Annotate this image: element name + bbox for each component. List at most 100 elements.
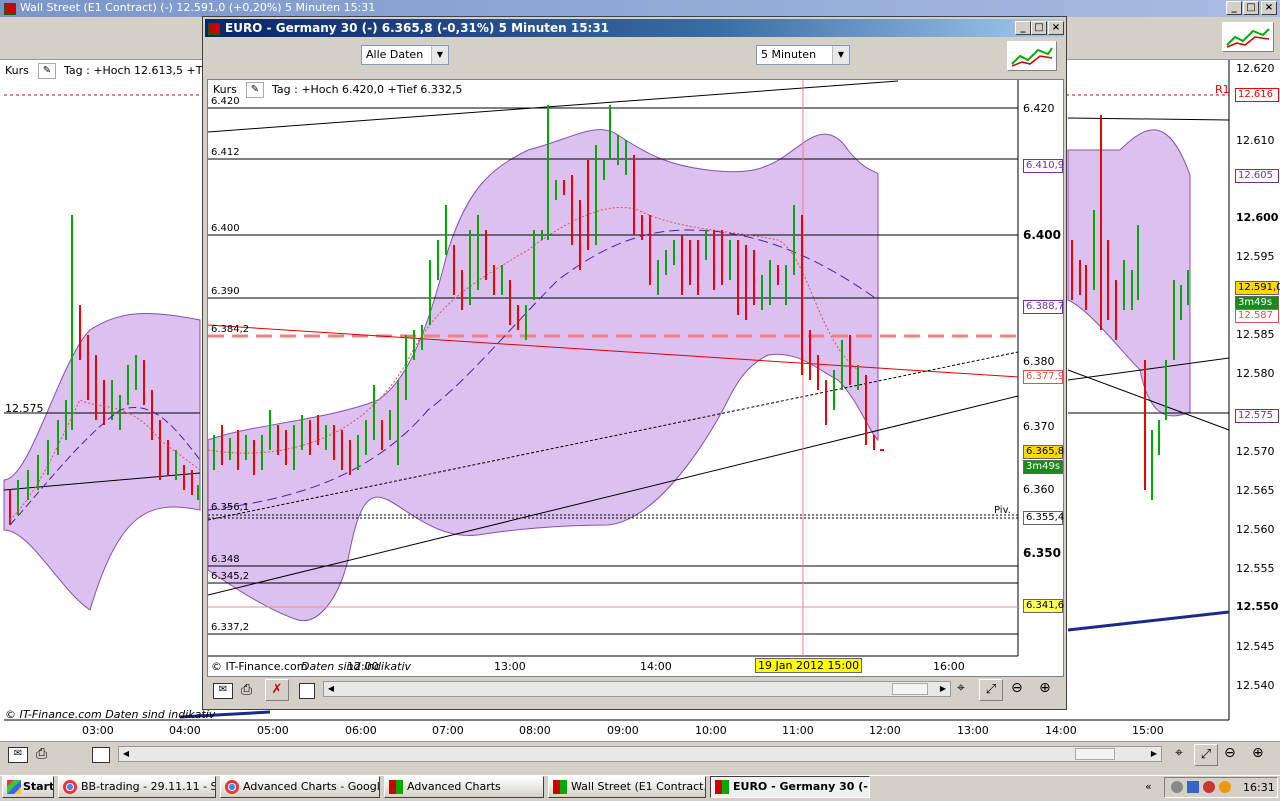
tray-icon[interactable] xyxy=(1187,781,1199,793)
zoom-out-icon[interactable]: ⊖ xyxy=(1224,745,1236,761)
back-y-label: 12.540 xyxy=(1236,679,1275,692)
back-scrollbar[interactable]: ◀ ▶ xyxy=(118,746,1162,762)
chart-style-button[interactable] xyxy=(1222,22,1274,52)
back-x-label: 11:00 xyxy=(782,724,814,737)
back-y-label: 12.600 xyxy=(1236,211,1279,224)
crosshair-icon[interactable]: ⌖ xyxy=(1170,745,1188,763)
front-tag-text: Tag : +Hoch 6.420,0 +Tief 6.332,5 xyxy=(272,83,463,96)
minimize-button[interactable]: _ xyxy=(1226,1,1242,15)
crosshair-icon[interactable]: ⌖ xyxy=(957,680,965,696)
tray-expand-icon[interactable]: « xyxy=(1145,780,1152,793)
level-tag: 6.377,9 xyxy=(1023,370,1064,384)
level-tag: 6.410,9 xyxy=(1023,159,1064,173)
taskbar-item-active[interactable]: EURO - Germany 30 (-... xyxy=(710,776,870,798)
taskbar-item[interactable]: Wall Street (E1 Contract... xyxy=(548,776,706,798)
zoom-in-icon[interactable]: ⊕ xyxy=(1039,680,1051,696)
zoom-fit-button[interactable]: ⤢ xyxy=(1194,744,1218,766)
back-x-label: 05:00 xyxy=(257,724,289,737)
email-icon[interactable]: ✉ xyxy=(213,683,233,699)
back-y-label: 12.585 xyxy=(1236,328,1275,341)
back-y-label: 12.555 xyxy=(1236,562,1275,575)
scroll-left-arrow[interactable]: ◀ xyxy=(324,682,338,696)
clock[interactable]: 16:31 xyxy=(1243,781,1275,794)
back-y-label: 12.595 xyxy=(1236,250,1275,263)
taskbar-item-label: Advanced Charts xyxy=(407,780,501,793)
email-icon[interactable]: ✉ xyxy=(8,747,28,763)
zoom-out-icon[interactable]: ⊖ xyxy=(1011,680,1023,696)
left-level-label: 12.575 xyxy=(5,402,44,415)
taskbar-item-label: Advanced Charts - Googl... xyxy=(243,780,380,793)
front-y-label: 6.400 xyxy=(1023,228,1061,242)
front-kurs-label: Kurs xyxy=(213,83,237,96)
taskbar-item[interactable]: BB-trading - 29.11.11 - S... xyxy=(58,776,216,798)
scroll-thumb[interactable] xyxy=(892,683,928,695)
interval-select[interactable]: 5 Minuten ▼ xyxy=(756,45,850,65)
print-icon[interactable]: ⎙ xyxy=(241,682,259,698)
back-y-label: 12.545 xyxy=(1236,640,1275,653)
start-button[interactable]: Start xyxy=(2,776,54,798)
front-scrollbar[interactable]: ◀ ▶ xyxy=(323,681,951,697)
interval-select-value: 5 Minuten xyxy=(761,48,817,61)
maximize-button[interactable]: □ xyxy=(1243,1,1259,15)
front-x-label: 12:00 xyxy=(347,660,379,673)
front-window-titlebar[interactable]: EURO - Germany 30 (-) 6.365,8 (-0,31%) 5… xyxy=(205,19,1064,37)
front-window[interactable]: EURO - Germany 30 (-) 6.365,8 (-0,31%) 5… xyxy=(202,16,1067,710)
export-icon[interactable] xyxy=(92,747,110,763)
zoom-in-icon[interactable]: ⊕ xyxy=(1252,745,1264,761)
chevron-down-icon[interactable]: ▼ xyxy=(431,46,448,64)
minimize-button[interactable]: _ xyxy=(1015,21,1031,35)
back-footer: © IT-Finance.com Daten sind indikativ xyxy=(5,708,216,721)
back-y-label: 12.560 xyxy=(1236,523,1275,536)
back-window-title: Wall Street (E1 Contract) (-) 12.591,0 (… xyxy=(20,1,376,14)
back-x-label: 12:00 xyxy=(869,724,901,737)
back-y-label: 12.565 xyxy=(1236,484,1275,497)
chevron-down-icon[interactable]: ▼ xyxy=(832,46,849,64)
price-tag: 6.365,8 xyxy=(1023,445,1064,459)
close-button[interactable]: × xyxy=(1261,1,1277,15)
tray-icon[interactable] xyxy=(1171,781,1183,793)
price-tag: 12.591,0 xyxy=(1235,281,1280,295)
level-label: 6.400 xyxy=(211,223,240,234)
scroll-right-arrow[interactable]: ▶ xyxy=(1147,747,1161,761)
level-label: 6.390 xyxy=(211,286,240,297)
wrench-icon[interactable]: ✎ xyxy=(38,63,56,79)
back-window-titlebar[interactable]: Wall Street (E1 Contract) (-) 12.591,0 (… xyxy=(0,0,1280,17)
chart-app-icon xyxy=(553,780,567,794)
chart-style-button[interactable] xyxy=(1007,41,1057,71)
back-y-label: 12.580 xyxy=(1236,367,1275,380)
chrome-icon xyxy=(63,780,77,794)
scroll-thumb[interactable] xyxy=(1075,748,1115,760)
level-tag: 6.341,6 xyxy=(1023,599,1064,613)
zoom-fit-button[interactable]: ⤢ xyxy=(979,679,1003,701)
start-label: Start xyxy=(23,780,54,793)
front-footer-brand: © IT-Finance.com xyxy=(211,660,308,673)
range-select[interactable]: Alle Daten ▼ xyxy=(361,45,449,65)
back-x-label: 15:00 xyxy=(1132,724,1164,737)
scroll-left-arrow[interactable]: ◀ xyxy=(119,747,133,761)
date-marker: 19 Jan 2012 15:00 xyxy=(755,658,863,673)
chart-app-icon xyxy=(389,780,403,794)
delete-drawing-button[interactable]: ✗ xyxy=(265,679,289,701)
maximize-button[interactable]: □ xyxy=(1031,21,1047,35)
time-tag: 3m49s xyxy=(1023,460,1063,474)
front-y-label: 6.350 xyxy=(1023,546,1061,560)
front-chart-area[interactable]: Kurs ✎ Tag : +Hoch 6.420,0 +Tief 6.332,5… xyxy=(207,79,1064,677)
time-tag: 3m49s xyxy=(1235,296,1279,310)
export-icon[interactable] xyxy=(299,683,315,699)
taskbar-item[interactable]: Advanced Charts - Googl... xyxy=(220,776,380,798)
taskbar-item-label: BB-trading - 29.11.11 - S... xyxy=(81,780,216,793)
range-select-value: Alle Daten xyxy=(366,48,424,61)
close-button[interactable]: × xyxy=(1048,21,1064,35)
tray-icon[interactable] xyxy=(1203,781,1215,793)
wrench-icon[interactable]: ✎ xyxy=(246,82,264,98)
chart-style-icon xyxy=(1226,28,1270,48)
front-y-label: 6.360 xyxy=(1023,483,1055,496)
print-icon[interactable]: ⎙ xyxy=(36,747,54,761)
back-y-label: 12.550 xyxy=(1236,600,1279,613)
back-y-label: 12.570 xyxy=(1236,445,1275,458)
level-tag: 12.575 xyxy=(1235,409,1279,423)
scroll-right-arrow[interactable]: ▶ xyxy=(936,682,950,696)
taskbar-item[interactable]: Advanced Charts xyxy=(384,776,544,798)
tray-icon[interactable] xyxy=(1219,781,1231,793)
back-x-label: 14:00 xyxy=(1045,724,1077,737)
